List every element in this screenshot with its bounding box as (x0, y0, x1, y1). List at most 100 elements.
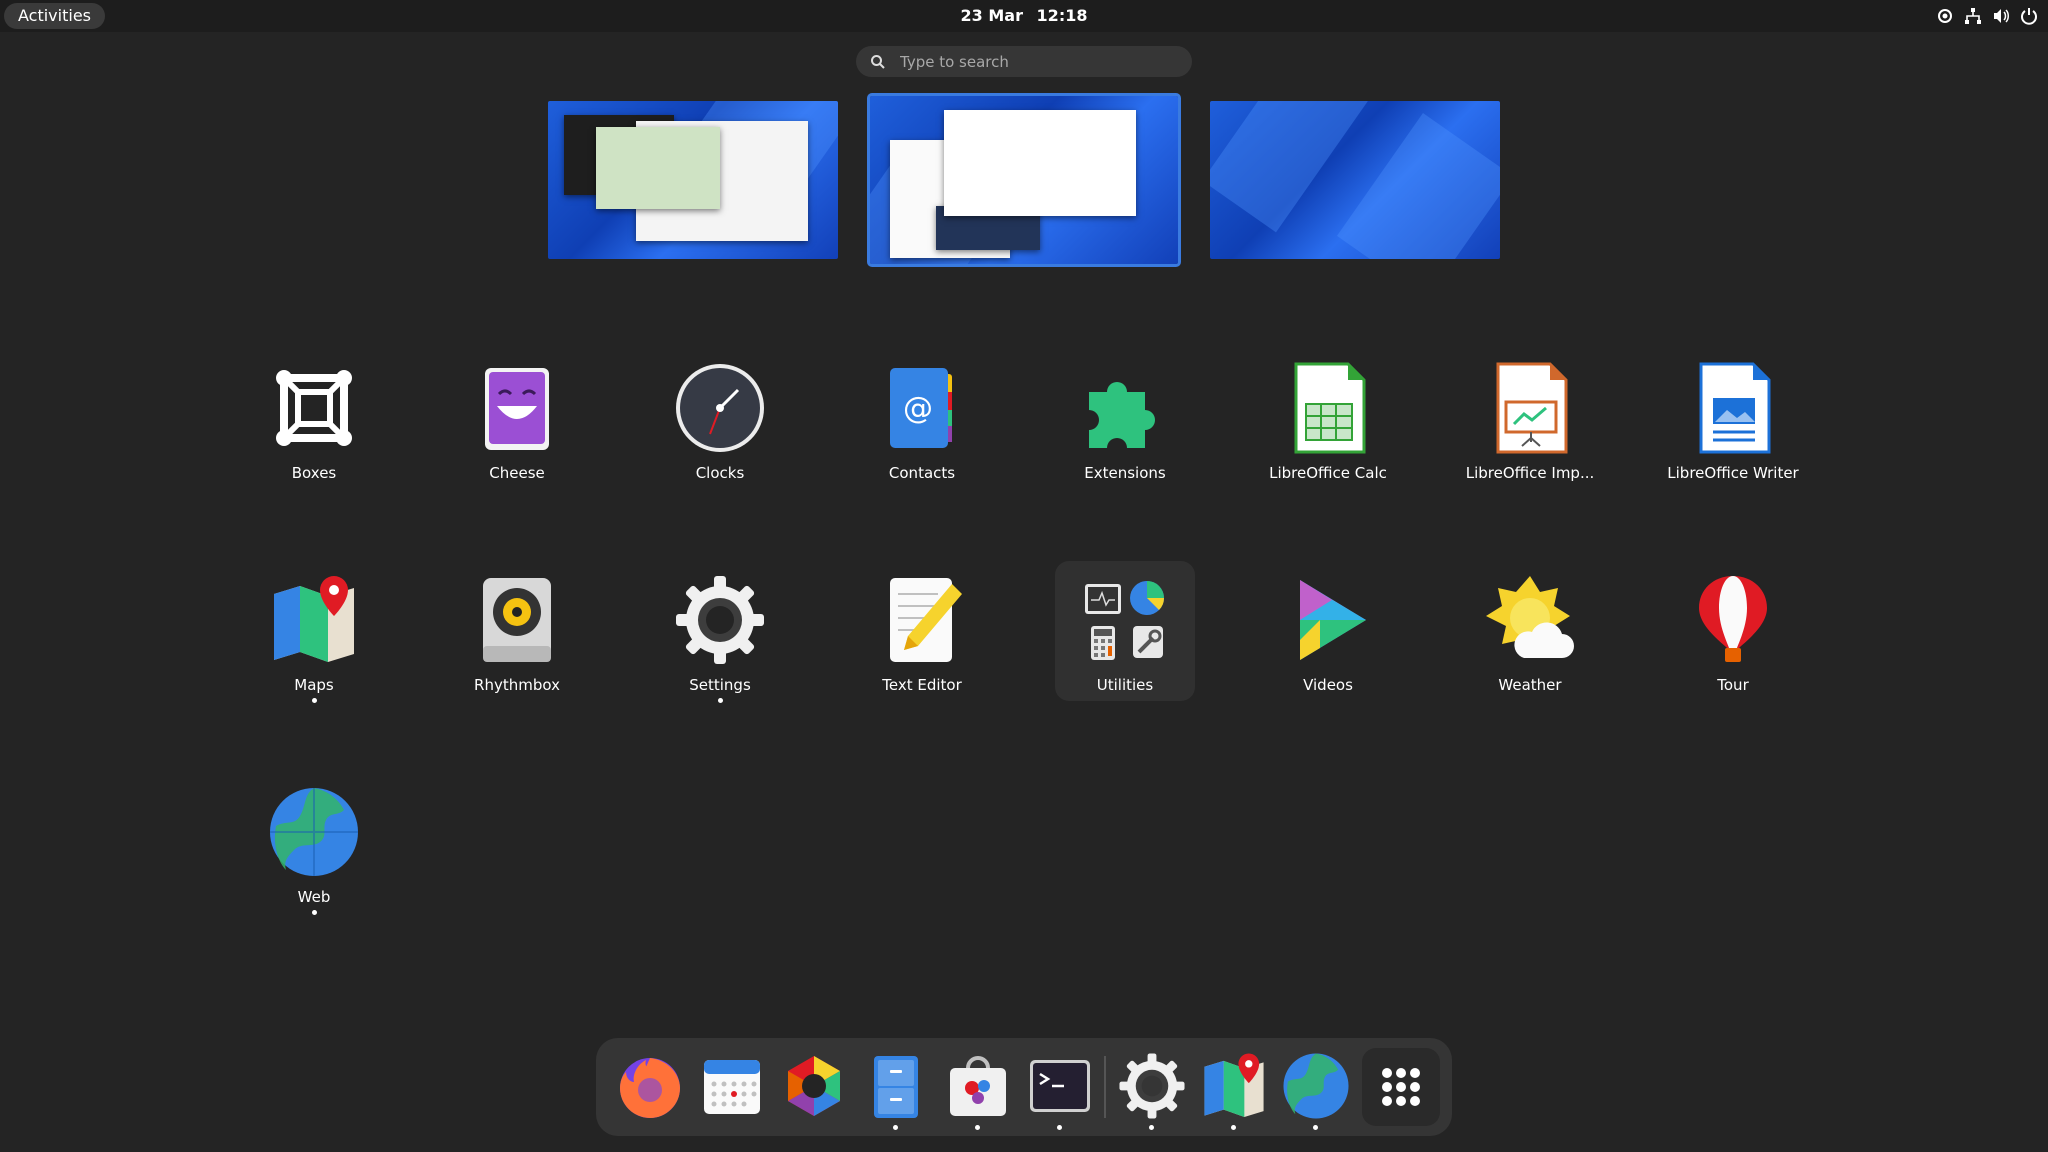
top-bar: Activities 23 Mar 12:18 (0, 0, 2048, 32)
workspace-3[interactable] (1210, 101, 1500, 259)
utilities-folder-icon (1085, 581, 1164, 660)
clock-time: 12:18 (1036, 6, 1088, 25)
dock-photos[interactable] (780, 1052, 848, 1120)
dock-calendar[interactable] (698, 1052, 766, 1120)
system-status-area[interactable] (1936, 0, 2038, 32)
wallpaper-shape (1336, 113, 1500, 259)
running-indicator (893, 1125, 898, 1130)
extensions-icon (1089, 382, 1155, 448)
clocks-icon (676, 364, 764, 452)
app-extensions[interactable]: Extensions (1045, 362, 1205, 482)
settings-icon (676, 576, 764, 664)
running-indicator (1231, 1125, 1236, 1130)
libreoffice-impress-icon (1496, 362, 1568, 454)
running-indicator (1313, 1125, 1318, 1130)
libreoffice-writer-icon (1699, 362, 1771, 454)
app-label: Boxes (291, 464, 337, 482)
running-indicator (975, 1125, 980, 1130)
volume-icon (1994, 9, 2009, 23)
search-icon (871, 54, 885, 69)
app-label: Settings (689, 676, 751, 694)
libreoffice-calc-icon (1294, 362, 1366, 454)
app-maps[interactable]: Maps (234, 574, 394, 703)
app-libreoffice-calc[interactable]: LibreOffice Calc (1248, 362, 1408, 482)
workspace-1[interactable] (548, 101, 838, 259)
app-clocks[interactable]: Clocks (640, 362, 800, 482)
web-icon (1283, 1053, 1349, 1119)
maps-icon (1204, 1053, 1264, 1118)
terminal-icon (1030, 1060, 1090, 1112)
app-rhythmbox[interactable]: Rhythmbox (437, 574, 597, 694)
window-thumbnail[interactable] (596, 127, 720, 209)
app-cheese[interactable]: Cheese (437, 362, 597, 482)
window-thumbnail[interactable] (944, 110, 1136, 216)
app-label: Utilities (1096, 676, 1154, 694)
app-boxes[interactable]: Boxes (234, 362, 394, 482)
app-text-editor[interactable]: Text Editor (842, 574, 1002, 694)
dash (596, 1038, 1452, 1136)
app-label: Web (297, 888, 331, 906)
show-apps-icon (1382, 1068, 1420, 1106)
app-label: Videos (1303, 676, 1353, 694)
contacts-icon: @ (890, 368, 952, 448)
app-label: Text Editor (882, 676, 962, 694)
app-settings[interactable]: Settings (640, 574, 800, 703)
firefox-icon (620, 1058, 680, 1118)
running-indicator (1057, 1125, 1062, 1130)
app-label: Rhythmbox (474, 676, 560, 694)
dock-web[interactable] (1282, 1052, 1350, 1130)
videos-icon (1300, 580, 1366, 660)
clock-date: 23 Mar (960, 6, 1023, 25)
tour-icon (1699, 576, 1767, 662)
clock[interactable]: 23 Mar 12:18 (0, 0, 2048, 32)
app-label: Maps (294, 676, 334, 694)
dock-files[interactable] (862, 1052, 930, 1130)
app-label: Cheese (489, 464, 545, 482)
app-label: Contacts (888, 464, 956, 482)
app-videos[interactable]: Videos (1248, 574, 1408, 694)
app-label: LibreOffice Calc (1269, 464, 1387, 482)
search-input[interactable] (898, 51, 1162, 72)
app-tour[interactable]: Tour (1653, 574, 1813, 694)
show-apps-button[interactable] (1362, 1048, 1440, 1126)
network-icon (1965, 8, 1981, 24)
app-label: Weather (1498, 676, 1562, 694)
running-indicator (1149, 1125, 1154, 1130)
dock-firefox[interactable] (616, 1052, 684, 1120)
search-entry[interactable] (856, 46, 1192, 77)
software-icon (950, 1056, 1006, 1116)
dock-maps[interactable] (1200, 1052, 1268, 1130)
settings-icon (1119, 1053, 1185, 1119)
app-label: Tour (1717, 676, 1749, 694)
running-indicator (311, 910, 317, 915)
weather-icon (1486, 576, 1574, 658)
app-web[interactable]: Web (234, 786, 394, 915)
running-indicator (717, 698, 723, 703)
boxes-icon (276, 370, 352, 446)
app-label: LibreOffice Writer (1667, 464, 1799, 482)
rhythmbox-icon (483, 578, 551, 662)
wallpaper-shape (1210, 101, 1368, 233)
dock-terminal[interactable] (1026, 1052, 1094, 1130)
web-icon (270, 788, 358, 876)
app-weather[interactable]: Weather (1450, 574, 1610, 694)
app-utilities[interactable]: Utilities (1045, 574, 1205, 694)
dock-software[interactable] (944, 1052, 1012, 1130)
app-contacts[interactable]: @ Contacts (842, 362, 1002, 482)
app-label: LibreOffice Imp... (1465, 464, 1595, 482)
dock-settings[interactable] (1118, 1052, 1186, 1130)
files-icon (874, 1056, 918, 1118)
app-libreoffice-impress[interactable]: LibreOffice Imp... (1450, 362, 1610, 482)
location-icon (1938, 9, 1952, 23)
running-indicator (311, 698, 317, 703)
text-editor-icon (890, 578, 962, 662)
calendar-icon (704, 1060, 760, 1114)
app-label: Extensions (1084, 464, 1166, 482)
cheese-icon (485, 368, 549, 450)
photos-icon (788, 1056, 840, 1116)
dock-separator (1104, 1056, 1106, 1118)
maps-icon (274, 576, 354, 662)
app-libreoffice-writer[interactable]: LibreOffice Writer (1653, 362, 1813, 482)
workspace-2[interactable] (867, 93, 1181, 267)
svg-text:@: @ (903, 391, 933, 426)
